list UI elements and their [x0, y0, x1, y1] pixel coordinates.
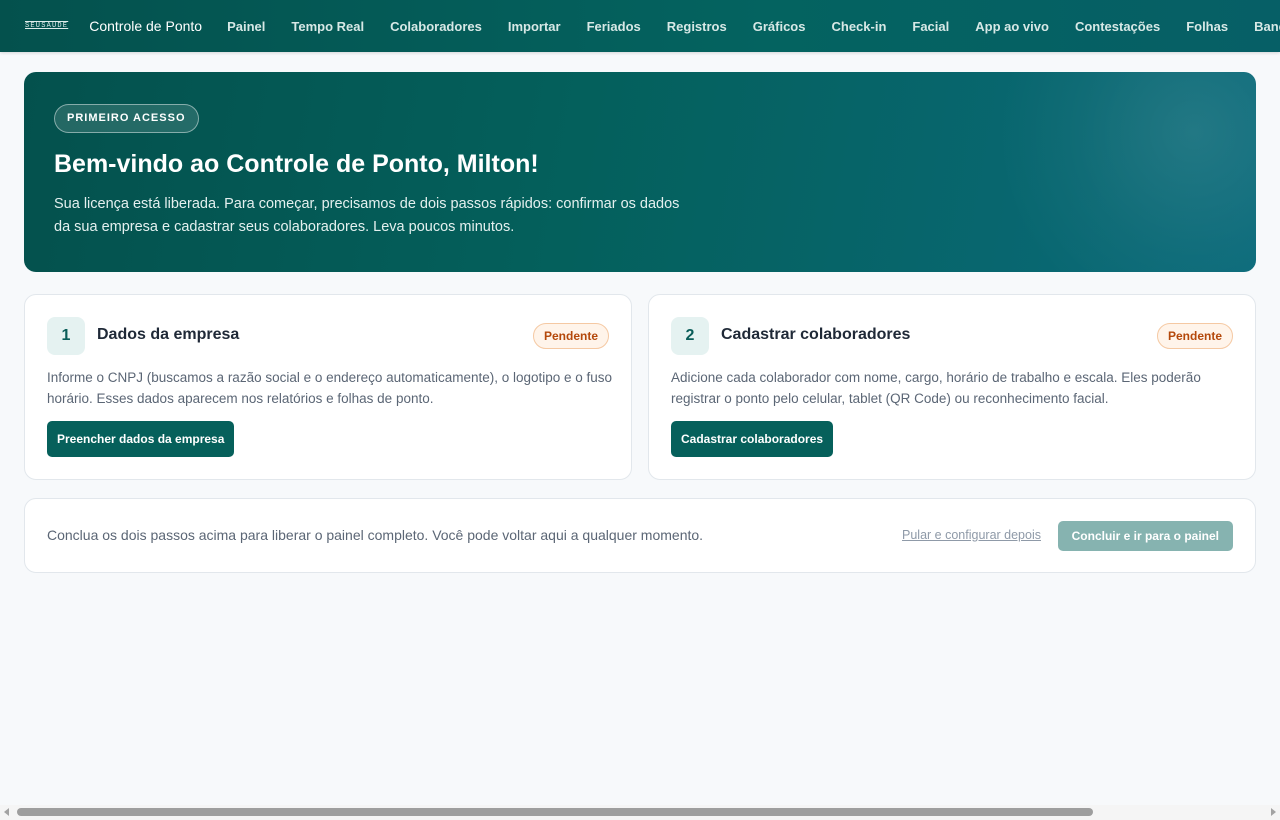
- step-number: 2: [671, 317, 709, 355]
- first-access-badge: PRIMEIRO ACESSO: [54, 104, 199, 133]
- finish-and-go-to-dashboard-button[interactable]: Concluir e ir para o painel: [1057, 521, 1233, 551]
- nav-item-tempo-real[interactable]: Tempo Real: [278, 19, 377, 34]
- step-number: 1: [47, 317, 85, 355]
- fill-company-data-button[interactable]: Preencher dados da empresa: [47, 421, 235, 457]
- nav-item-banco-horas[interactable]: Banco Horas: [1241, 19, 1280, 34]
- finish-bar: Conclua os dois passos acima para libera…: [24, 498, 1256, 573]
- scroll-left-arrow-icon[interactable]: [4, 808, 9, 816]
- brand-logo[interactable]: SEUSAUDE: [25, 22, 68, 30]
- step-title: Cadastrar colaboradores: [721, 326, 911, 343]
- scroll-right-arrow-icon[interactable]: [1271, 808, 1276, 816]
- step-title: Dados da empresa: [97, 326, 240, 343]
- nav-item-contestacoes[interactable]: Contestações: [1062, 19, 1173, 34]
- status-badge: Pendente: [1156, 323, 1233, 349]
- step-description: Adicione cada colaborador com nome, carg…: [671, 370, 1201, 406]
- main-nav: Painel Tempo Real Colaboradores Importar…: [214, 19, 1280, 34]
- nav-item-feriados[interactable]: Feriados: [574, 19, 654, 34]
- nav-item-registros[interactable]: Registros: [654, 19, 740, 34]
- nav-item-importar[interactable]: Importar: [495, 19, 574, 34]
- skip-setup-link[interactable]: Pular e configurar depois: [902, 528, 1041, 542]
- nav-item-painel[interactable]: Painel: [214, 19, 278, 34]
- welcome-title: Bem-vindo ao Controle de Ponto, Milton!: [54, 150, 539, 178]
- nav-item-app-ao-vivo[interactable]: App ao vivo: [962, 19, 1062, 34]
- welcome-hero: PRIMEIRO ACESSO Bem-vindo ao Controle de…: [24, 72, 1256, 272]
- register-employees-button[interactable]: Cadastrar colaboradores: [671, 421, 834, 457]
- nav-item-graficos[interactable]: Gráficos: [740, 19, 819, 34]
- status-badge: Pendente: [532, 323, 609, 349]
- finish-hint-text: Conclua os dois passos acima para libera…: [47, 527, 704, 543]
- nav-item-colaboradores[interactable]: Colaboradores: [377, 19, 495, 34]
- horizontal-scrollbar[interactable]: [0, 805, 1280, 820]
- step-card-company-data: 1 Dados da empresa Pendente Informe o CN…: [24, 294, 632, 480]
- scrollbar-thumb[interactable]: [17, 808, 1093, 816]
- step-description: Informe o CNPJ (buscamos a razão social …: [47, 370, 613, 406]
- step-card-register-employees: 2 Cadastrar colaboradores Pendente Adici…: [648, 294, 1256, 480]
- welcome-subtitle: Sua licença está liberada. Para começar,…: [54, 196, 680, 235]
- app-title[interactable]: Controle de Ponto: [89, 18, 202, 34]
- nav-item-facial[interactable]: Facial: [899, 19, 962, 34]
- nav-item-check-in[interactable]: Check-in: [818, 19, 899, 34]
- top-navbar: SEUSAUDE Controle de Ponto Painel Tempo …: [0, 0, 1280, 52]
- nav-item-folhas[interactable]: Folhas: [1173, 19, 1241, 34]
